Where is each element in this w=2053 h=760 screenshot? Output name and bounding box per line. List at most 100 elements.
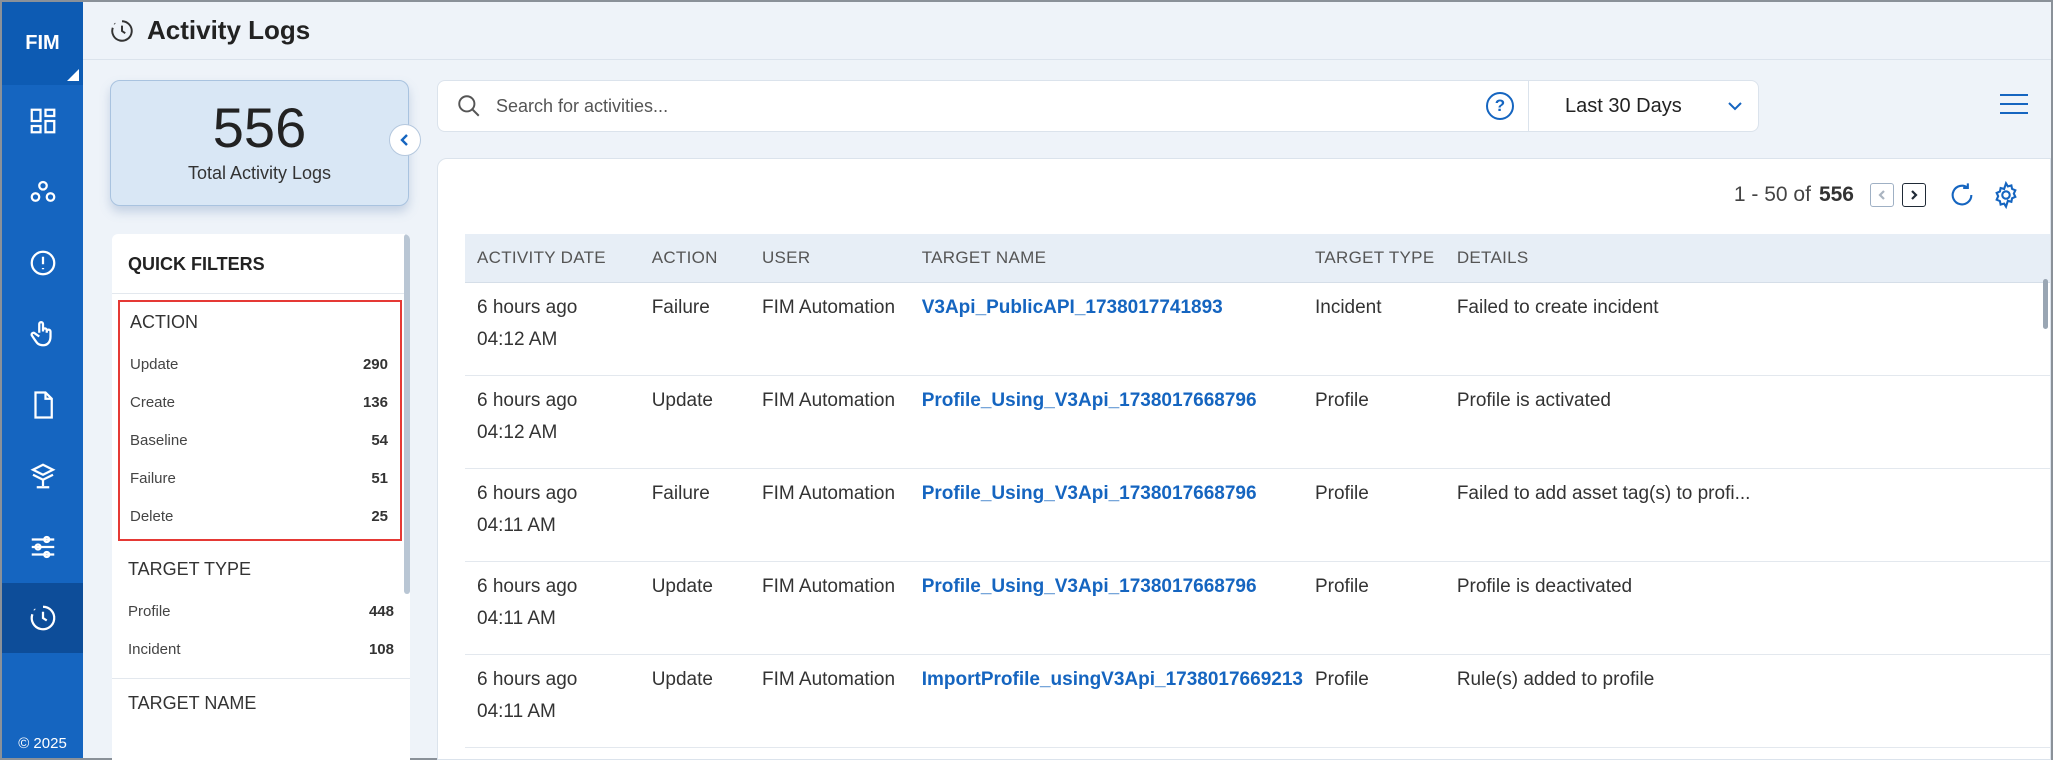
cell-target-name-link[interactable]: V3Api_PublicAPI_1738017741893 bbox=[909, 282, 1303, 376]
table-row[interactable]: 6 hours ago 04:12 AM Update FIM Automatio… bbox=[465, 375, 2050, 469]
cell-activity-date: 6 hours ago 04:11 AM bbox=[465, 468, 640, 562]
cell-user: FIM Automation bbox=[749, 282, 910, 376]
total-count: 556 bbox=[212, 96, 307, 159]
dashboard-icon bbox=[30, 108, 55, 134]
filter-item-delete[interactable]: Delete 25 bbox=[130, 497, 388, 535]
filter-group-target-name: TARGET NAME bbox=[112, 679, 410, 726]
search-input[interactable] bbox=[496, 95, 1486, 117]
filter-group-action: ACTION Update 290 Create 136 Baseline 54 Fa… bbox=[118, 300, 402, 541]
cell-activity-date: 6 hours ago 04:11 AM bbox=[465, 654, 640, 748]
cell-target-type: Profile bbox=[1302, 654, 1445, 748]
filter-item-baseline[interactable]: Baseline 54 bbox=[130, 421, 388, 459]
pager-range: 1 - 50 of bbox=[1733, 183, 1811, 206]
cell-action: Failure bbox=[639, 468, 750, 562]
chevron-left-icon bbox=[1878, 190, 1885, 200]
collapse-filters-button[interactable] bbox=[389, 124, 421, 156]
cell-activity-date: 6 hours ago 04:12 AM bbox=[465, 282, 640, 376]
cell-user: FIM Automation bbox=[749, 654, 910, 748]
filter-group-title: ACTION bbox=[130, 312, 199, 332]
cell-target-name-link[interactable]: Profile_Using_V3Api_1738017668796 bbox=[909, 375, 1303, 469]
filter-group-target-type: TARGET TYPE Profile 448 Incident 108 bbox=[112, 551, 410, 668]
help-icon[interactable]: ? bbox=[1486, 92, 1514, 120]
column-header-user[interactable]: USER bbox=[749, 234, 910, 283]
filter-item-incident[interactable]: Incident 108 bbox=[128, 630, 394, 668]
prev-page-button[interactable] bbox=[1870, 183, 1894, 207]
nav-item-assets[interactable] bbox=[2, 441, 83, 511]
cell-activity-date: 6 hours ago 04:12 AM bbox=[465, 375, 640, 469]
touch-icon bbox=[30, 321, 52, 347]
cell-action: Failure bbox=[639, 282, 750, 376]
filters-scrollbar[interactable] bbox=[404, 234, 410, 594]
filter-item-update[interactable]: Update 290 bbox=[130, 345, 388, 383]
table-header-row: ACTIVITY DATE ACTION USER TARGET NAME TA… bbox=[465, 234, 2050, 283]
cell-user: FIM Automation bbox=[749, 468, 910, 562]
cell-target-name-link[interactable]: Profile_Using_V3Api_1738017668796 bbox=[909, 561, 1303, 655]
nav-item-dashboard[interactable] bbox=[2, 86, 83, 156]
quick-filters-title: QUICK FILTERS bbox=[112, 234, 410, 294]
cell-action: Update bbox=[639, 654, 750, 748]
refresh-icon bbox=[1951, 183, 1973, 206]
table-row[interactable]: 6 hours ago 04:11 AM Update FIM Automatio… bbox=[465, 561, 2050, 655]
cell-target-type: Incident bbox=[1302, 282, 1445, 376]
filter-group-title: TARGET NAME bbox=[128, 693, 257, 713]
refresh-button[interactable] bbox=[1948, 181, 1976, 209]
app-logo-text: FIM bbox=[25, 32, 60, 54]
hamburger-menu-icon[interactable] bbox=[2000, 94, 2028, 118]
filter-item-profile[interactable]: Profile 448 bbox=[128, 592, 394, 630]
page-header: Activity Logs bbox=[83, 2, 2051, 60]
activity-table: ACTIVITY DATE ACTION USER TARGET NAME TA… bbox=[465, 234, 2050, 748]
date-range-select[interactable]: Last 30 Days bbox=[1528, 81, 1758, 131]
nav-item-network[interactable] bbox=[2, 157, 83, 227]
column-header-target-type[interactable]: TARGET TYPE bbox=[1302, 234, 1445, 283]
app-logo[interactable]: FIM bbox=[2, 2, 83, 85]
page-title: Activity Logs bbox=[147, 15, 311, 45]
cell-target-type: Profile bbox=[1302, 561, 1445, 655]
cell-target-name-link[interactable]: Profile_Using_V3Api_1738017668796 bbox=[909, 468, 1303, 562]
nav-item-activity-logs[interactable] bbox=[2, 583, 83, 653]
cell-details: Failed to add asset tag(s) to profi... bbox=[1444, 468, 2050, 562]
cell-target-type: Profile bbox=[1302, 468, 1445, 562]
sliders-icon bbox=[31, 535, 54, 559]
cell-target-name-link[interactable]: ImportProfile_usingV3Api_1738017669213 bbox=[909, 654, 1303, 748]
total-label: Total Activity Logs bbox=[187, 162, 332, 183]
network-icon bbox=[30, 180, 55, 202]
nav-expand-corner-icon[interactable] bbox=[67, 69, 79, 81]
activity-table-panel: 1 - 50 of 556 ACTIVITY DATE ACTION USER … bbox=[437, 158, 2051, 760]
nav-item-documents[interactable] bbox=[2, 370, 83, 440]
cell-target-type: Profile bbox=[1302, 375, 1445, 469]
nav-item-settings[interactable] bbox=[2, 512, 83, 582]
column-header-details[interactable]: DETAILS bbox=[1444, 234, 2050, 283]
chevron-right-icon bbox=[1911, 190, 1918, 200]
next-page-button[interactable] bbox=[1902, 183, 1926, 207]
chevron-left-icon bbox=[400, 134, 408, 146]
filter-group-title: TARGET TYPE bbox=[128, 559, 252, 579]
cell-action: Update bbox=[639, 561, 750, 655]
column-header-activity-date[interactable]: ACTIVITY DATE bbox=[465, 234, 640, 283]
table-row[interactable]: 6 hours ago 04:11 AM Update FIM Automatio… bbox=[465, 654, 2050, 748]
column-header-action[interactable]: ACTION bbox=[639, 234, 750, 283]
copyright: © 2025 bbox=[18, 735, 67, 752]
nav-item-alerts[interactable] bbox=[2, 228, 83, 298]
activity-history-icon bbox=[30, 605, 55, 631]
table-row[interactable]: 6 hours ago 04:11 AM Failure FIM Automati… bbox=[465, 468, 2050, 562]
table-row[interactable]: 6 hours ago 04:12 AM Failure FIM Automati… bbox=[465, 282, 2050, 376]
chevron-down-icon bbox=[1728, 102, 1742, 111]
cell-activity-date: 6 hours ago 04:11 AM bbox=[465, 561, 640, 655]
search-icon bbox=[438, 93, 496, 119]
cell-details: Rule(s) added to profile bbox=[1444, 654, 2050, 748]
cell-details: Profile is activated bbox=[1444, 375, 2050, 469]
table-scrollbar[interactable] bbox=[2043, 279, 2048, 329]
cell-details: Profile is deactivated bbox=[1444, 561, 2050, 655]
column-header-target-name[interactable]: TARGET NAME bbox=[909, 234, 1303, 283]
table-settings-button[interactable] bbox=[1992, 180, 2020, 210]
nav-item-touch[interactable] bbox=[2, 299, 83, 369]
filter-item-failure[interactable]: Failure 51 bbox=[130, 459, 388, 497]
total-activity-card: 556 Total Activity Logs bbox=[110, 80, 409, 206]
filter-item-create[interactable]: Create 136 bbox=[130, 383, 388, 421]
cell-user: FIM Automation bbox=[749, 375, 910, 469]
gear-icon bbox=[1995, 180, 2017, 210]
cell-action: Update bbox=[639, 375, 750, 469]
alert-icon bbox=[30, 250, 55, 276]
pagination: 1 - 50 of 556 bbox=[1733, 180, 2020, 210]
pager-total: 556 bbox=[1818, 183, 1854, 206]
